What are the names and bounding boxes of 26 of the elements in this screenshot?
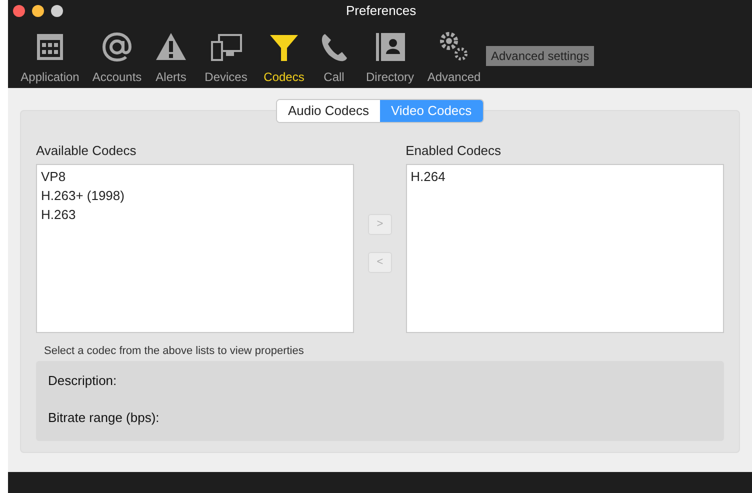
enabled-codecs-list[interactable]: H.264 <box>406 164 724 332</box>
toolbar-button[interactable]: Codecs <box>256 30 312 86</box>
toolbar-button[interactable]: Call <box>312 30 356 86</box>
window-title: Preferences <box>346 2 416 20</box>
toolbar-button[interactable]: Alerts <box>146 30 196 86</box>
toolbar-button[interactable]: Advanced <box>424 30 484 86</box>
list-title: Enabled Codecs <box>406 142 502 160</box>
property-label: Bitrate range (bps): <box>48 408 160 427</box>
at-sign-icon <box>100 30 134 64</box>
toolbar-button[interactable]: Devices <box>196 30 256 86</box>
toolbar-button[interactable]: Application <box>12 30 88 86</box>
minimize-button[interactable] <box>32 5 44 17</box>
codec-item[interactable]: H.263+ (1998) <box>41 186 350 204</box>
zoom-button[interactable] <box>51 5 63 17</box>
tooltip: Advanced settings <box>486 46 594 66</box>
contact-card-icon <box>373 30 407 64</box>
codec-item[interactable]: H.263 <box>41 204 350 224</box>
list-title: Available Codecs <box>36 142 138 160</box>
toolbar-button[interactable]: Directory <box>356 30 424 86</box>
toolbar-button[interactable]: Accounts <box>88 30 146 86</box>
available-codecs-list[interactable]: VP8 H.263+ (1998) H.263 <box>36 164 354 332</box>
close-button[interactable] <box>13 5 25 17</box>
hint-text: Select a codec from the above lists to view properties <box>44 344 305 358</box>
property-label: Description: <box>48 372 118 390</box>
codec-item[interactable]: VP8 <box>41 166 350 186</box>
codec-item[interactable]: H.264 <box>410 166 719 186</box>
